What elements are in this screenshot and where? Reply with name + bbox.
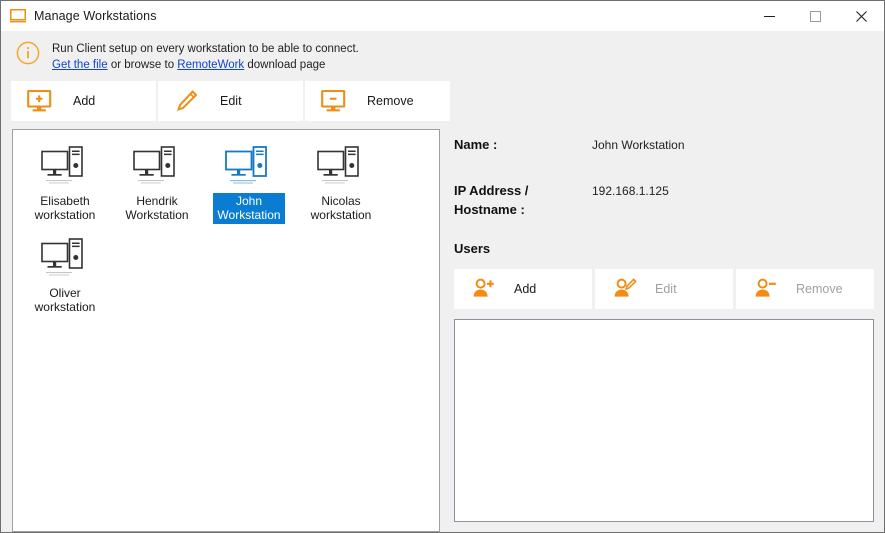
- ip-field-row: IP Address / Hostname : 192.168.1.125: [454, 181, 874, 219]
- minimize-icon: [764, 11, 775, 22]
- remove-workstation-button[interactable]: Remove: [305, 81, 450, 121]
- workstation-label-line1: Nicolas: [311, 194, 372, 208]
- get-the-file-link[interactable]: Get the file: [52, 59, 108, 71]
- workstation-label-line1: Oliver: [35, 286, 96, 300]
- info-banner: Run Client setup on every workstation to…: [1, 31, 884, 81]
- name-field-row: Name : John Workstation: [454, 135, 874, 155]
- window-title: Manage Workstations: [34, 9, 157, 23]
- workstation-item-label: Oliver workstation: [31, 285, 100, 316]
- info-line-1: Run Client setup on every workstation to…: [52, 42, 359, 58]
- remotework-link[interactable]: RemoteWork: [177, 59, 244, 71]
- workstation-toolbar: Add Edit Remove: [1, 81, 884, 121]
- workstation-label-line2: Workstation: [217, 208, 280, 222]
- close-button[interactable]: [838, 1, 884, 31]
- edit-user-button[interactable]: Edit: [595, 269, 733, 309]
- workstation-label-line2: workstation: [35, 300, 96, 314]
- ip-value: 192.168.1.125: [592, 181, 669, 201]
- workstation-item-elisabeth[interactable]: Elisabeth workstation: [19, 141, 111, 224]
- workstation-label-line2: Workstation: [125, 208, 188, 222]
- user-plus-icon: [472, 278, 496, 300]
- close-icon: [856, 11, 867, 22]
- users-list[interactable]: [454, 319, 874, 522]
- add-user-button[interactable]: Add: [454, 269, 592, 309]
- remove-user-label: Remove: [796, 282, 843, 296]
- name-value: John Workstation: [592, 135, 685, 155]
- workstation-item-label: Nicolas workstation: [307, 193, 376, 224]
- info-tail-text: download page: [244, 59, 325, 71]
- workstation-label-line1: John: [217, 194, 280, 208]
- monitor-icon: [10, 9, 26, 23]
- minimize-button[interactable]: [746, 1, 792, 31]
- workstation-label-line1: Hendrik: [125, 194, 188, 208]
- workstation-label-line1: Elisabeth: [35, 194, 96, 208]
- user-edit-icon: [613, 278, 637, 300]
- workstation-item-hendrik[interactable]: Hendrik Workstation: [111, 141, 203, 224]
- workstation-item-label: Elisabeth workstation: [31, 193, 100, 224]
- title-bar: Manage Workstations: [1, 1, 884, 31]
- ip-label-line2: Hostname :: [454, 200, 592, 219]
- add-workstation-label: Add: [73, 94, 95, 108]
- spacer: [454, 155, 874, 181]
- remove-user-button[interactable]: Remove: [736, 269, 874, 309]
- workstation-pc-icon: [36, 233, 94, 283]
- spacer: [454, 219, 874, 241]
- window-controls: [746, 1, 884, 31]
- add-user-label: Add: [514, 282, 536, 296]
- body-area: Elisabeth workstation: [1, 121, 884, 532]
- info-circle-icon: [16, 41, 40, 65]
- workstation-list[interactable]: Elisabeth workstation: [12, 129, 440, 532]
- ip-label: IP Address / Hostname :: [454, 181, 592, 219]
- edit-workstation-button[interactable]: Edit: [158, 81, 303, 121]
- user-minus-icon: [754, 278, 778, 300]
- edit-workstation-label: Edit: [220, 94, 242, 108]
- maximize-button[interactable]: [792, 1, 838, 31]
- workstation-item-john[interactable]: John Workstation: [203, 141, 295, 224]
- bottom-cutoff-sliver: [1, 530, 885, 532]
- pencil-icon: [174, 89, 200, 113]
- users-toolbar: Add Edit Remove: [454, 269, 874, 309]
- ip-label-line1: IP Address /: [454, 181, 592, 200]
- workstation-item-label: Hendrik Workstation: [121, 193, 192, 224]
- workstation-details-panel: Name : John Workstation IP Address / Hos…: [454, 129, 874, 532]
- workstation-item-nicolas[interactable]: Nicolas workstation: [295, 141, 387, 224]
- workstation-pc-icon-selected: [220, 141, 278, 191]
- workstation-item-oliver[interactable]: Oliver workstation: [19, 233, 111, 316]
- workstation-pc-icon: [128, 141, 186, 191]
- maximize-icon: [810, 11, 821, 22]
- workstation-item-label: John Workstation: [213, 193, 284, 224]
- workstation-label-line2: workstation: [311, 208, 372, 222]
- workstation-pc-icon: [312, 141, 370, 191]
- edit-user-label: Edit: [655, 282, 677, 296]
- workstation-label-line2: workstation: [35, 208, 96, 222]
- workstation-pc-icon: [36, 141, 94, 191]
- remove-workstation-label: Remove: [367, 94, 414, 108]
- name-label: Name :: [454, 135, 592, 154]
- monitor-minus-icon: [321, 89, 347, 113]
- monitor-plus-icon: [27, 89, 53, 113]
- manage-workstations-window: Manage Workstations: [0, 0, 885, 533]
- info-banner-text: Run Client setup on every workstation to…: [52, 41, 359, 73]
- info-line-2: Get the file or browse to RemoteWork dow…: [52, 58, 359, 74]
- users-heading: Users: [454, 241, 874, 256]
- info-mid-text: or browse to: [108, 59, 178, 71]
- add-workstation-button[interactable]: Add: [11, 81, 156, 121]
